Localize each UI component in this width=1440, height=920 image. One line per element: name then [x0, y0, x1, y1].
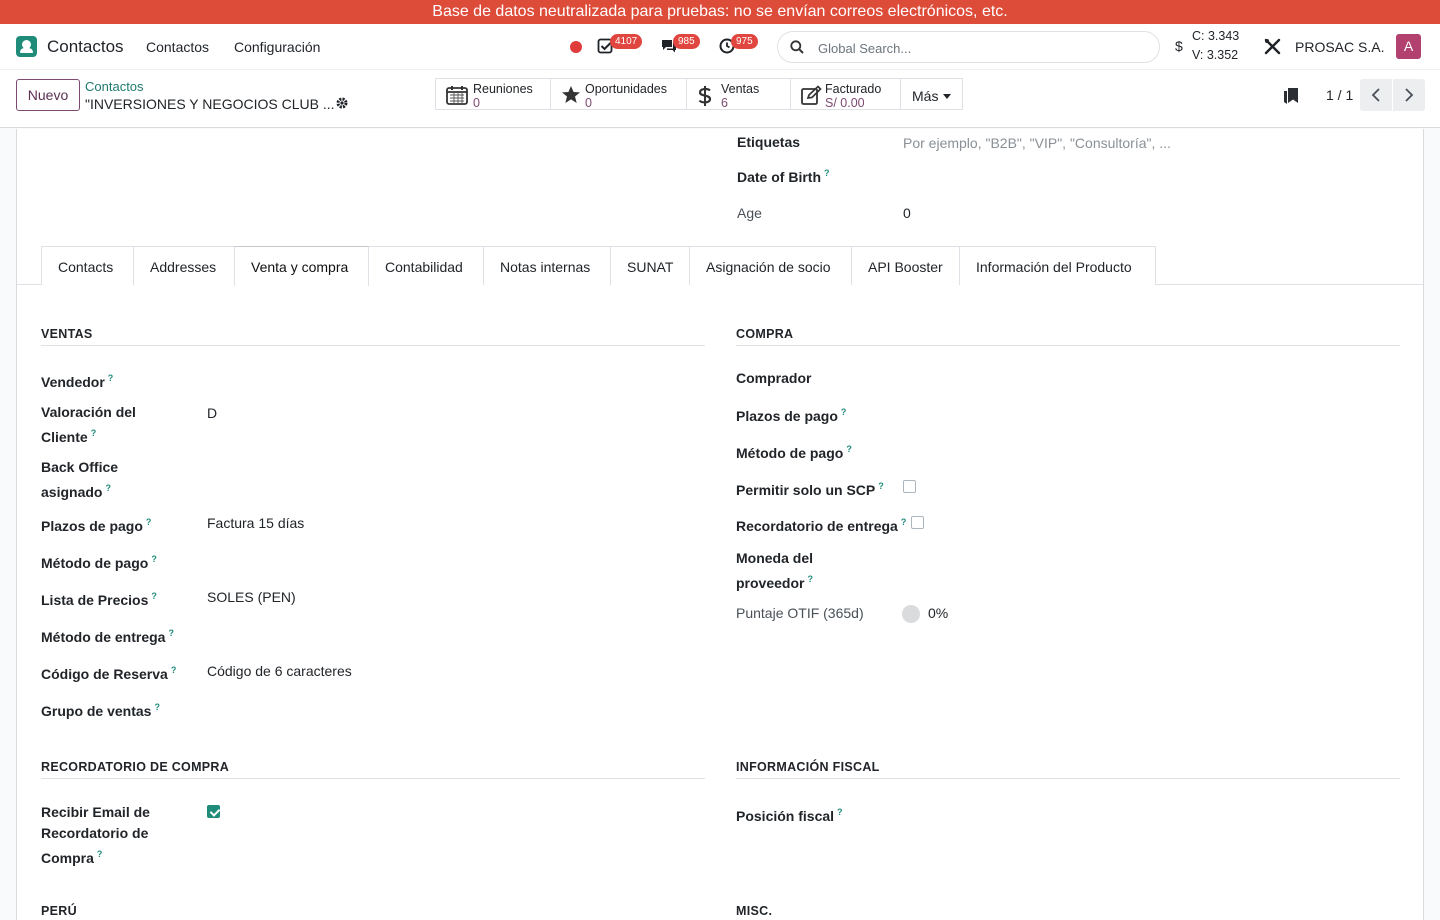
tab-contabilidad[interactable]: Contabilidad [368, 246, 484, 285]
exchange-rate-sell: V: 3.352 [1192, 48, 1239, 62]
more-label: Más [912, 88, 939, 104]
timer-badge: 975 [731, 34, 758, 49]
compra-plazos-pago-label: Plazos de pago? [736, 407, 847, 424]
top-navbar: Contactos Contactos Configuración 4107 9… [0, 24, 1440, 70]
form-sheet: Etiquetas Por ejemplo, "B2B", "VIP", "Co… [16, 129, 1424, 920]
tab-addresses[interactable]: Addresses [133, 246, 235, 285]
back-office-label: Back Office asignado? [41, 459, 119, 500]
moneda-proveedor-label: Moneda del proveedor? [736, 550, 814, 591]
company-switcher[interactable]: PROSAC S.A. [1295, 39, 1384, 55]
codigo-reserva-label: Código de Reserva? [41, 665, 177, 682]
smart-button-opportunities[interactable]: Oportunidades 0 [550, 78, 687, 110]
exchange-rate-buy: C: 3.343 [1192, 29, 1240, 43]
plazos-pago-value[interactable]: Factura 15 días [207, 513, 304, 534]
chevron-left-icon [1371, 88, 1380, 102]
pager-previous-button[interactable] [1360, 79, 1392, 111]
tools-icon[interactable] [1264, 38, 1281, 55]
sales-count: 6 [721, 96, 728, 110]
tab-api-booster[interactable]: API Booster [851, 246, 960, 285]
date-of-birth-label: Date of Birth? [737, 168, 830, 185]
age-value: 0 [903, 205, 911, 221]
global-search[interactable] [777, 31, 1160, 63]
smart-button-invoiced[interactable]: Facturado S/ 0.00 [790, 78, 901, 110]
invoiced-amount: S/ 0.00 [825, 96, 865, 110]
section-compra: COMPRA [736, 327, 1400, 346]
user-avatar[interactable]: A [1396, 34, 1421, 59]
chevron-right-icon [1405, 88, 1414, 102]
record-name: "INVERSIONES Y NEGOCIOS CLUB ... [85, 96, 335, 112]
contacts-app-icon[interactable] [16, 36, 37, 57]
activities-badge: 4107 [610, 34, 643, 49]
menu-contactos[interactable]: Contactos [146, 39, 209, 55]
recibir-email-checkbox[interactable] [207, 805, 220, 818]
meetings-label: Reuniones [473, 82, 533, 96]
lista-precios-value[interactable]: SOLES (PEN) [207, 587, 296, 608]
otif-label: Puntaje OTIF (365d) [736, 605, 864, 621]
compra-metodo-pago-label: Método de pago? [736, 444, 852, 461]
tab-asignacion-de-socio[interactable]: Asignación de socio [689, 246, 852, 285]
age-label: Age [737, 205, 762, 221]
tab-venta-y-compra[interactable]: Venta y compra [234, 246, 369, 286]
more-dropdown[interactable]: Más [900, 78, 963, 110]
lista-precios-label: Lista de Precios? [41, 591, 157, 608]
opportunities-count: 0 [585, 96, 592, 110]
record-status-icon[interactable] [570, 41, 582, 53]
test-database-banner: Base de datos neutralizada para pruebas:… [0, 0, 1440, 24]
otif-value: 0% [928, 605, 949, 621]
metodo-entrega-label: Método de entrega? [41, 628, 174, 645]
invoice-icon [801, 85, 822, 105]
tab-notas-internas[interactable]: Notas internas [483, 246, 611, 285]
section-recordatorio-compra: RECORDATORIO DE COMPRA [41, 760, 705, 779]
smart-button-meetings[interactable]: Reuniones 0 [435, 78, 551, 110]
permitir-scp-checkbox[interactable] [903, 480, 916, 493]
messages-badge: 985 [673, 34, 700, 49]
sales-label: Ventas [721, 82, 760, 96]
calendar-icon [446, 86, 468, 105]
otif-indicator-icon [902, 605, 920, 623]
plazos-pago-label: Plazos de pago? [41, 517, 152, 534]
tags-input[interactable]: Por ejemplo, "B2B", "VIP", "Consultoría"… [903, 135, 1171, 151]
vendedor-label: Vendedor? [41, 373, 114, 390]
tab-informacion-del-producto[interactable]: Información del Producto [959, 246, 1156, 285]
bookmark-icon[interactable] [1283, 87, 1299, 105]
smart-button-sales[interactable]: Ventas 6 [686, 78, 791, 110]
valoracion-cliente-label: Valoración del Cliente? [41, 404, 136, 445]
metodo-pago-label: Método de pago? [41, 554, 157, 571]
codigo-reserva-input[interactable]: Código de 6 caracteres [207, 661, 352, 682]
opportunities-label: Oportunidades [585, 82, 668, 96]
new-button[interactable]: Nuevo [16, 79, 80, 111]
search-input[interactable] [818, 38, 1138, 58]
permitir-scp-label: Permitir solo un SCP? [736, 481, 884, 498]
recordatorio-entrega-checkbox[interactable] [911, 516, 924, 529]
dollar-icon [698, 86, 712, 106]
section-informacion-fiscal: INFORMACIÓN FISCAL [736, 760, 1400, 779]
menu-configuracion[interactable]: Configuración [234, 39, 320, 55]
currency-icon: $ [1175, 38, 1183, 54]
invoiced-label: Facturado [825, 82, 882, 96]
pager-value[interactable]: 1 / 1 [1326, 87, 1353, 103]
star-icon [562, 86, 580, 103]
section-peru: PERÚ [41, 904, 705, 920]
section-misc: MISC. [736, 904, 1400, 920]
comprador-label: Comprador [736, 370, 812, 386]
tags-label: Etiquetas [737, 134, 801, 150]
tab-sunat[interactable]: SUNAT [610, 246, 690, 285]
valoracion-cliente-value[interactable]: D [207, 403, 217, 424]
recordatorio-entrega-label: Recordatorio de entrega? [736, 517, 907, 534]
section-ventas: VENTAS [41, 327, 705, 346]
tab-contacts[interactable]: Contacts [41, 246, 134, 285]
meetings-count: 0 [473, 96, 480, 110]
control-panel: Nuevo Contactos "INVERSIONES Y NEGOCIOS … [0, 70, 1440, 128]
breadcrumb-contacts[interactable]: Contactos [85, 79, 144, 94]
recibir-email-label: Recibir Email de Recordatorio de Compra? [41, 804, 150, 866]
grupo-ventas-label: Grupo de ventas? [41, 702, 160, 719]
notebook-tabs: Contacts Addresses Venta y compra Contab… [17, 246, 1423, 286]
app-name[interactable]: Contactos [47, 37, 124, 57]
pager-next-button[interactable] [1393, 79, 1425, 111]
gear-icon[interactable] [336, 97, 348, 109]
search-icon [790, 40, 804, 54]
caret-down-icon [943, 94, 952, 99]
posicion-fiscal-label: Posición fiscal? [736, 807, 843, 824]
